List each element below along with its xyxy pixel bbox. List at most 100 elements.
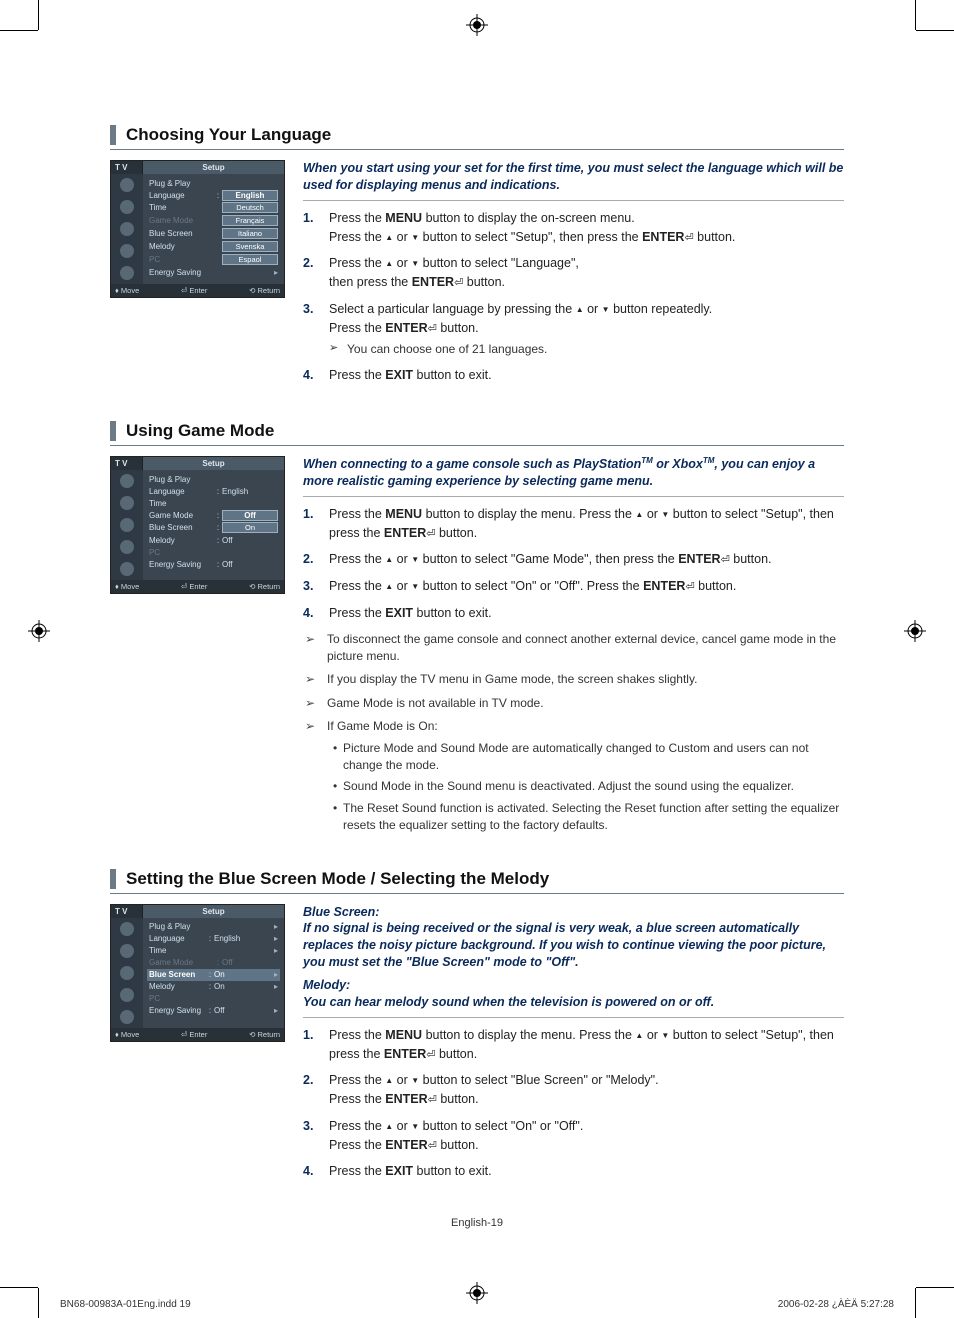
section-title: Setting the Blue Screen Mode / Selecting… <box>110 869 844 889</box>
section-blue-screen-melody: Setting the Blue Screen Mode / Selecting… <box>110 869 844 1190</box>
osd-title: Setup <box>143 161 284 174</box>
osd-lang-option: Français <box>222 215 278 226</box>
osd-row-label: Language <box>149 934 206 943</box>
blue-screen-intro: If no signal is being received or the si… <box>303 920 844 971</box>
registration-mark-icon <box>466 14 488 36</box>
triangle-down-icon <box>411 579 419 593</box>
osd-row-value: English <box>222 190 278 201</box>
step-item: Select a particular language by pressing… <box>303 300 844 359</box>
footer-timestamp: 2006-02-28 ¿ÀÈÄ 5:27:28 <box>778 1299 894 1310</box>
osd-row-label: Energy Saving <box>149 1006 206 1015</box>
osd-screenshot-language: T V Setup Plug & Play Language:English T… <box>110 160 285 298</box>
osd-tv-label: T V <box>111 161 143 174</box>
step-item: Press the or button to select "Blue Scre… <box>303 1071 844 1109</box>
footer-filename: BN68-00983A-01Eng.indd 19 <box>60 1299 191 1310</box>
registration-mark-icon <box>904 620 926 642</box>
osd-lang-option: Italiano <box>222 228 278 239</box>
osd-row-label: Language <box>149 191 214 200</box>
melody-label: Melody: <box>303 977 844 994</box>
sub-bullet: Picture Mode and Sound Mode are automati… <box>333 740 844 775</box>
triangle-up-icon <box>576 302 584 316</box>
osd-row-label: Game Mode <box>149 511 214 520</box>
enter-icon: ⏎ <box>685 581 694 593</box>
osd-row-value: On <box>222 522 278 533</box>
crop-mark <box>0 1287 38 1288</box>
enter-icon: ⏎ <box>428 1140 437 1152</box>
crop-mark <box>38 1288 39 1318</box>
osd-lang-option: Svenska <box>222 241 278 252</box>
osd-foot-move: ♦ Move <box>115 582 139 591</box>
crop-mark <box>915 0 916 30</box>
osd-row-label: Game Mode <box>149 216 214 225</box>
osd-row-label: Blue Screen <box>149 523 214 532</box>
print-footer: BN68-00983A-01Eng.indd 19 2006-02-28 ¿ÀÈ… <box>60 1299 894 1310</box>
section-game-mode: Using Game Mode T V Setup Plug & Play <box>110 421 844 841</box>
enter-icon: ⏎ <box>428 323 437 335</box>
osd-row-label: Blue Screen <box>149 970 206 979</box>
osd-screenshot-gamemode: T V Setup Plug & Play Language:English T… <box>110 456 285 594</box>
step-item: Press the EXIT button to exit. <box>303 604 844 623</box>
osd-lang-option: Deutsch <box>222 202 278 213</box>
step-item: Press the or button to select "Game Mode… <box>303 550 844 569</box>
osd-row-label: PC <box>149 255 214 264</box>
osd-row-label: Game Mode <box>149 958 214 967</box>
step-list: Press the MENU button to display the on-… <box>303 209 844 385</box>
page-content: Choosing Your Language T V Setup Plug & … <box>60 25 894 1269</box>
triangle-down-icon <box>411 1119 419 1133</box>
triangle-up-icon <box>385 256 393 270</box>
step-item: Press the or button to select "Language"… <box>303 254 844 292</box>
enter-icon: ⏎ <box>428 1094 437 1106</box>
note-item: If you display the TV menu in Game mode,… <box>303 671 844 688</box>
note-item: To disconnect the game console and conne… <box>303 631 844 666</box>
triangle-down-icon <box>411 230 419 244</box>
triangle-down-icon <box>411 552 419 566</box>
osd-foot-return: ⟲ Return <box>249 286 280 295</box>
triangle-up-icon <box>385 579 393 593</box>
triangle-down-icon <box>602 302 610 316</box>
section-title: Using Game Mode <box>110 421 844 441</box>
osd-tv-label: T V <box>111 457 143 470</box>
step-list: Press the MENU button to display the men… <box>303 505 844 623</box>
note-list: To disconnect the game console and conne… <box>303 631 844 835</box>
osd-tv-label: T V <box>111 905 143 918</box>
triangle-up-icon <box>385 552 393 566</box>
manual-page: Choosing Your Language T V Setup Plug & … <box>0 0 954 1318</box>
osd-row-label: Energy Saving <box>149 268 270 277</box>
melody-intro: You can hear melody sound when the telev… <box>303 994 844 1011</box>
step-item: Press the MENU button to display the on-… <box>303 209 844 247</box>
sub-bullet: The Reset Sound function is activated. S… <box>333 800 844 835</box>
step-note: You can choose one of 21 languages. <box>329 340 844 358</box>
step-item: Press the EXIT button to exit. <box>303 366 844 385</box>
section-choosing-language: Choosing Your Language T V Setup Plug & … <box>110 125 844 393</box>
osd-row-value: Off <box>222 560 278 569</box>
osd-row-value: Off <box>214 1006 270 1015</box>
enter-icon: ⏎ <box>684 232 693 244</box>
osd-foot-enter: ⏎ Enter <box>181 286 207 295</box>
osd-row-label: PC <box>149 994 278 1003</box>
osd-row-label: Plug & Play <box>149 922 270 931</box>
osd-row-label: Plug & Play <box>149 475 278 484</box>
osd-foot-enter: ⏎ Enter <box>181 582 207 591</box>
osd-foot-move: ♦ Move <box>115 1030 139 1039</box>
triangle-up-icon <box>385 1073 393 1087</box>
osd-row-label: Blue Screen <box>149 229 214 238</box>
note-item: If Game Mode is On: Picture Mode and Sou… <box>303 718 844 834</box>
osd-row-label: Time <box>149 499 278 508</box>
registration-mark-icon <box>28 620 50 642</box>
osd-row-label: Melody <box>149 242 214 251</box>
osd-lang-option: Espaol <box>222 254 278 265</box>
step-item: Press the or button to select "On" or "O… <box>303 577 844 596</box>
osd-row-label: Energy Saving <box>149 560 214 569</box>
section-intro: When you start using your set for the fi… <box>303 160 844 201</box>
osd-icon-column <box>111 174 143 284</box>
osd-foot-return: ⟲ Return <box>249 1030 280 1039</box>
section-divider <box>110 149 844 150</box>
crop-mark <box>38 0 39 30</box>
section-intro: When connecting to a game console such a… <box>303 456 844 497</box>
blue-screen-label: Blue Screen: <box>303 904 844 921</box>
osd-row-label: Time <box>149 946 270 955</box>
osd-row-value: English <box>214 934 270 943</box>
osd-row-label: Language <box>149 487 214 496</box>
page-number: English-19 <box>110 1217 844 1229</box>
triangle-up-icon <box>385 230 393 244</box>
